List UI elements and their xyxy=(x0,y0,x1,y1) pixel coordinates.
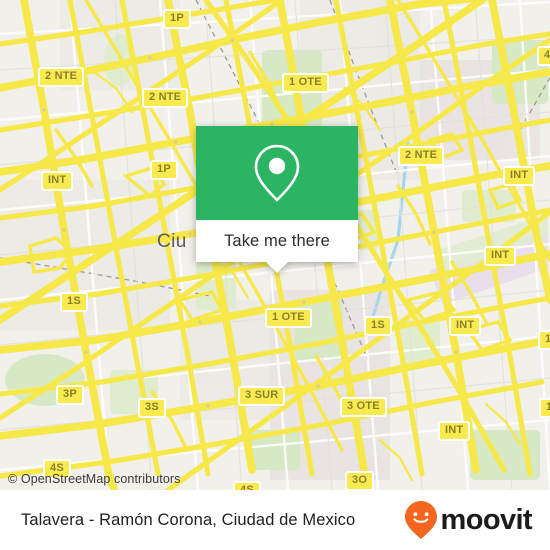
road-shield: 2 NTE xyxy=(38,67,85,87)
callout-pointer-tail xyxy=(266,262,288,273)
road-shield: 1P xyxy=(150,160,178,180)
moovit-smiley-pin-icon xyxy=(404,501,437,539)
road-shield: 1P xyxy=(163,9,191,29)
map-place-label: Ciu xyxy=(157,231,187,252)
road-shield: INT xyxy=(449,316,482,336)
map-canvas[interactable]: .land { fill:#f2f0eb; } .block { fill:#e… xyxy=(0,0,550,490)
road-shield: INT xyxy=(438,421,471,441)
map-pin-icon xyxy=(254,144,300,202)
moovit-wordmark: moovit xyxy=(440,503,533,536)
location-callout-card[interactable]: Take me there xyxy=(196,126,358,273)
take-me-there-label: Take me there xyxy=(224,231,330,250)
road-shield: 1 OTE xyxy=(265,308,312,328)
location-title: Talavera - Ramón Corona, Ciudad de Mexic… xyxy=(21,510,356,529)
road-shield: INT xyxy=(503,166,536,186)
road-shield: 1S xyxy=(60,292,88,312)
callout-action-area[interactable]: Take me there xyxy=(196,220,358,273)
road-shield: INT xyxy=(41,171,74,191)
road-shield: 1S xyxy=(364,316,392,336)
road-shield: 3P xyxy=(56,385,84,405)
callout-icon-area xyxy=(196,126,358,220)
road-shield: 4S xyxy=(233,481,261,490)
road-shield: 3 SUR xyxy=(238,386,286,406)
osm-attribution[interactable]: © OpenStreetMap contributors xyxy=(8,472,181,486)
road-shield: 3 OTE xyxy=(340,397,387,417)
road-shield: 1S xyxy=(539,398,550,418)
road-shield: 3O xyxy=(345,471,375,490)
moovit-logo[interactable]: moovit xyxy=(404,500,533,540)
road-shield: 1 OTE xyxy=(282,73,329,93)
footer-bar: Talavera - Ramón Corona, Ciudad de Mexic… xyxy=(0,490,550,550)
road-shield: INT xyxy=(484,246,517,266)
road-shield: 2 NTE xyxy=(398,146,445,166)
road-shield: 3S xyxy=(138,398,166,418)
road-shield: 4 xyxy=(537,46,550,66)
road-shield: 2 NTE xyxy=(142,88,189,108)
road-shield: 1 xyxy=(538,330,550,350)
